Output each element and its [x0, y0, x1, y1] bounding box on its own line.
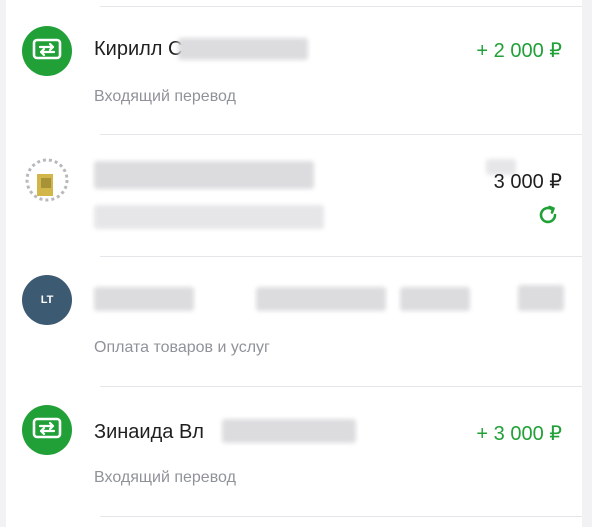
redacted-name [178, 38, 308, 60]
repeat-icon[interactable] [536, 203, 560, 227]
transfer-icon [22, 405, 72, 455]
transaction-title: Зинаида Вл [94, 421, 204, 443]
redacted-amount [518, 285, 564, 311]
transaction-subtitle: Входящий перевод [94, 469, 236, 486]
transaction-amount: + 3 000 ₽ [476, 423, 562, 445]
redacted-title [94, 161, 314, 189]
redacted-name [222, 419, 356, 443]
divider [100, 516, 582, 517]
transaction-amount: + 2 000 ₽ [476, 40, 562, 62]
transaction-row-incoming-2[interactable]: Зинаида Вл Входящий перевод + 3 000 ₽ [6, 387, 582, 515]
transactions-list: Кирилл С Входящий перевод + 2 000 ₽ 3 00… [6, 0, 582, 527]
transaction-subtitle: Входящий перевод [94, 88, 236, 105]
redacted-title [94, 287, 194, 311]
transaction-subtitle: Оплата товаров и услуг [94, 339, 270, 356]
transaction-row-incoming-1[interactable]: Кирилл С Входящий перевод + 2 000 ₽ [6, 8, 582, 134]
transaction-row-payment[interactable]: LT Оплата товаров и услуг [6, 257, 582, 385]
transfer-icon [22, 26, 72, 76]
transaction-title: Кирилл С [94, 38, 183, 60]
transaction-amount: 3 000 ₽ [493, 171, 562, 193]
redacted-title [256, 287, 386, 311]
divider [100, 6, 582, 7]
redacted-title [400, 287, 470, 311]
transaction-row-2[interactable]: 3 000 ₽ [6, 135, 582, 255]
merchant-avatar: LT [22, 275, 72, 325]
redacted-subtitle [94, 205, 324, 229]
bank-logo-icon [22, 155, 72, 205]
